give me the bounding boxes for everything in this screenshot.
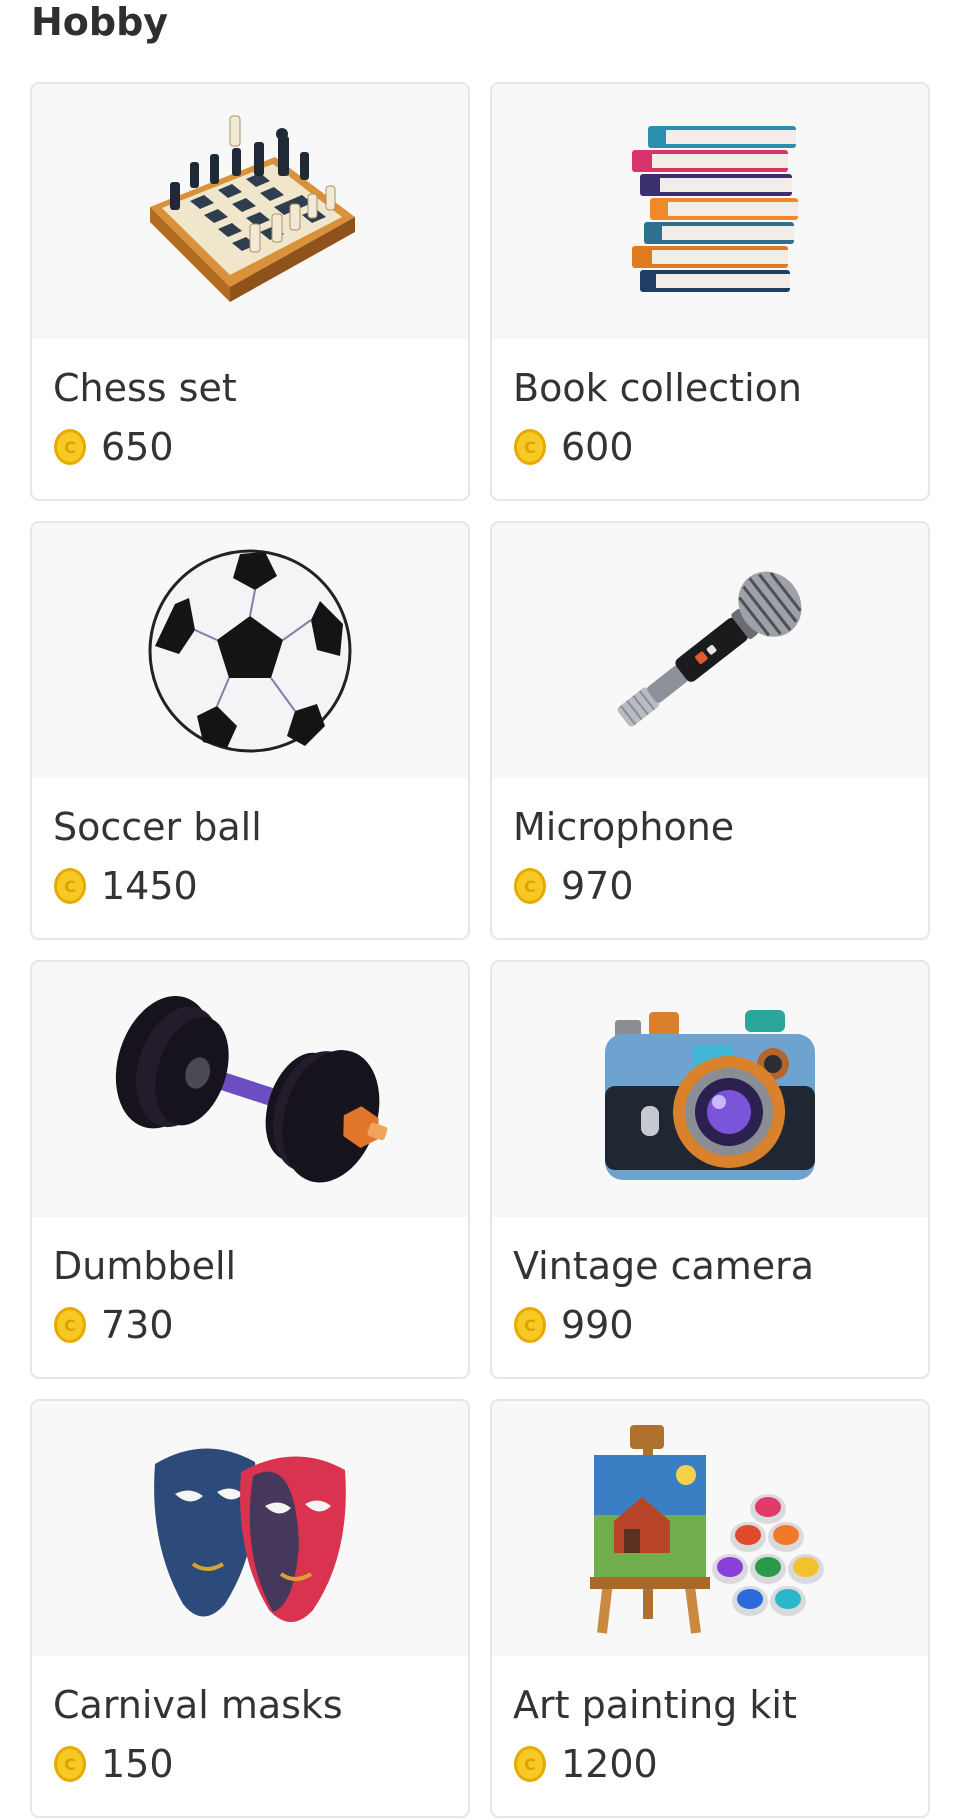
product-card-carnival-masks[interactable]: Carnival masks C 150 [30, 1399, 470, 1818]
product-grid: Chess set C 650 Book collection C 600 So… [30, 82, 930, 1818]
product-card-microphone[interactable]: Microphone C 970 [490, 521, 930, 940]
product-name: Microphone [513, 805, 735, 849]
svg-text:C: C [64, 1755, 76, 1774]
chess-set-icon [150, 115, 355, 302]
microphone-icon [617, 571, 802, 727]
svg-text:C: C [524, 438, 536, 457]
product-name: Soccer ball [53, 805, 262, 849]
price-row: C 600 [513, 424, 928, 470]
product-image [492, 962, 928, 1217]
product-card-art-painting-kit[interactable]: Art painting kit C 1200 [490, 1399, 930, 1818]
price-row: C 990 [513, 1302, 928, 1348]
svg-text:C: C [64, 438, 76, 457]
product-price: 650 [101, 425, 174, 469]
svg-text:C: C [524, 1316, 536, 1335]
svg-text:C: C [524, 1755, 536, 1774]
product-name: Art painting kit [513, 1683, 797, 1727]
price-row: C 1450 [53, 863, 468, 909]
svg-text:C: C [64, 877, 76, 896]
art-painting-kit-icon [590, 1424, 824, 1634]
carnival-masks-icon [154, 1447, 346, 1622]
product-image [32, 1401, 468, 1656]
price-row: C 1200 [513, 1741, 928, 1787]
product-name: Dumbbell [53, 1244, 237, 1288]
product-image [32, 962, 468, 1217]
coin-icon: C [514, 1746, 546, 1782]
soccer-ball-icon [148, 549, 352, 752]
product-name: Carnival masks [53, 1683, 343, 1727]
svg-text:C: C [524, 877, 536, 896]
product-price: 730 [101, 1303, 174, 1347]
dumbbell-icon [115, 995, 388, 1182]
price-row: C 730 [53, 1302, 468, 1348]
product-price: 150 [101, 1742, 174, 1786]
product-name: Chess set [53, 366, 237, 410]
svg-text:C: C [64, 1316, 76, 1335]
coin-icon: C [514, 868, 546, 904]
coin-icon: C [54, 868, 86, 904]
product-card-book-collection[interactable]: Book collection C 600 [490, 82, 930, 501]
coin-icon: C [514, 1307, 546, 1343]
product-card-dumbbell[interactable]: Dumbbell C 730 [30, 960, 470, 1379]
product-card-soccer-ball[interactable]: Soccer ball C 1450 [30, 521, 470, 940]
product-image [32, 523, 468, 778]
product-name: Book collection [513, 366, 802, 410]
product-price: 990 [561, 1303, 634, 1347]
book-stack-icon [632, 125, 798, 292]
coin-icon: C [54, 429, 86, 465]
coin-icon: C [54, 1307, 86, 1343]
price-row: C 150 [53, 1741, 468, 1787]
product-card-vintage-camera[interactable]: Vintage camera C 990 [490, 960, 930, 1379]
price-row: C 650 [53, 424, 468, 470]
price-row: C 970 [513, 863, 928, 909]
product-price: 970 [561, 864, 634, 908]
coin-icon: C [514, 429, 546, 465]
product-price: 600 [561, 425, 634, 469]
product-image [32, 84, 468, 339]
product-price: 1200 [561, 1742, 658, 1786]
section-title: Hobby [31, 0, 169, 44]
product-price: 1450 [101, 864, 198, 908]
product-image [492, 84, 928, 339]
product-card-chess-set[interactable]: Chess set C 650 [30, 82, 470, 501]
vintage-camera-icon [605, 1009, 815, 1180]
product-image [492, 523, 928, 778]
coin-icon: C [54, 1746, 86, 1782]
product-name: Vintage camera [513, 1244, 815, 1288]
product-image [492, 1401, 928, 1656]
